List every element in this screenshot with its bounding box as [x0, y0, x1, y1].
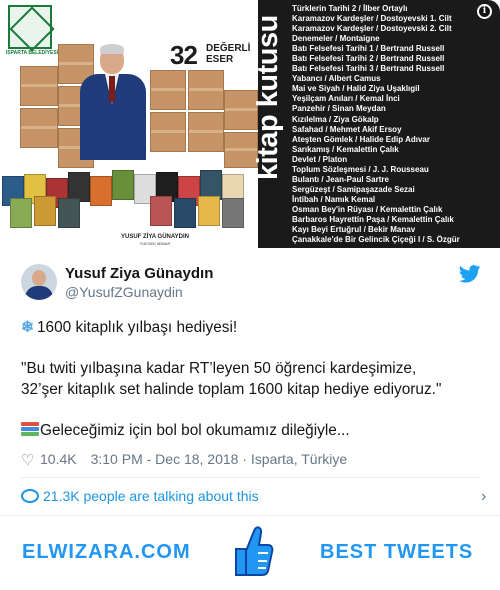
book-list-item: Batı Felsefesi Tarihi 3 / Bertrand Russe… [292, 64, 445, 74]
chevron-right-icon[interactable]: › [481, 488, 486, 506]
tweet-author: Yusuf Ziya Günaydın @YusufZGunaydin [0, 248, 500, 308]
municipality-logo [8, 5, 52, 49]
author-display-name[interactable]: Yusuf Ziya Günaydın [65, 265, 213, 282]
book-list-item: Kızılelma / Ziya Gökalp [292, 114, 379, 124]
book-list-item: Denemeler / Montaigne [292, 34, 380, 44]
tweet-line [21, 339, 481, 360]
book-box [150, 70, 186, 110]
book-list-item: Sarıkamış / Kemalettin Çalık [292, 144, 399, 154]
tweet-line [21, 400, 481, 421]
snowflake-icon: ❄ [21, 319, 34, 336]
book-box [188, 70, 224, 110]
book-list-item: Batı Felsefesi Tarihi 2 / Bertrand Russe… [292, 54, 445, 64]
book-spread [0, 168, 258, 228]
tweet-line: 32’şer kitaplık set halinde toplam 1600 … [21, 380, 442, 398]
badge-number: 32 [170, 40, 198, 70]
book-list-item: Devlet / Platon [292, 154, 348, 164]
person-title-caption: YÜKSEK MİMAR [139, 241, 171, 246]
author-handle[interactable]: @YusufZGunaydin [65, 284, 183, 300]
brand-site-name[interactable]: ELWIZARA.COM [22, 541, 191, 564]
book-box [20, 66, 58, 106]
book-list-item: Osman Bey'in Rüyası / Kemalettin Çalık [292, 204, 443, 214]
book-box [150, 112, 186, 152]
heart-icon[interactable]: ♡ [21, 451, 37, 469]
promo-vertical-title: kitap kutusu [252, 15, 284, 180]
talking-count-label[interactable]: 21.3K people are talking about this [43, 488, 259, 504]
logo-caption: ISPARTA BELEDİYESİ [5, 50, 59, 56]
meta-separator: · [242, 451, 248, 467]
promo-photo-panel: ISPARTA BELEDİYESİ 32 DEĞERLİ ESER YUSUF… [0, 0, 258, 248]
person-name-caption: YUSUF ZİYA GÜNAYDIN [120, 234, 189, 240]
book-list-item: Karamazov Kardeşler / Dostoyevski 1. Cil… [292, 14, 452, 24]
twitter-bird-icon[interactable] [459, 265, 481, 283]
book-list-item: Türklerin Tarihi 2 / İlber Ortaylı [292, 4, 408, 13]
tweet-line: ❄ 1600 kitaplık yılbaşı hediyesi! [21, 318, 481, 339]
tweet-line: "Bu twiti yılbaşına kadar RT’leyen 50 öğ… [21, 360, 417, 377]
tweet-location[interactable]: Isparta, Türkiye [251, 451, 347, 467]
books-icon [21, 421, 39, 436]
avatar[interactable] [21, 264, 57, 300]
book-list-item: Bulantı / Jean-Paul Sartre [292, 174, 389, 184]
book-list-item: İntibah / Namık Kemal [292, 194, 376, 204]
tweet-meta: ♡ 10.4K 3:10 PM - Dec 18, 2018 · Isparta, … [21, 451, 481, 469]
tweet-timestamp[interactable]: 3:10 PM - Dec 18, 2018 [91, 451, 239, 467]
book-list-item: Mai ve Siyah / Halid Ziya Uşaklıgil [292, 84, 420, 94]
book-list-item: Kayı Beyi Ertuğrul / Bekir Manav [292, 225, 416, 235]
brand-tagline[interactable]: BEST TWEETS [320, 541, 473, 564]
tweet-line: Geleceğimiz için bol bol okumamız dileği… [21, 421, 481, 442]
tweet-embed-card: ISPARTA BELEDİYESİ 32 DEĞERLİ ESER YUSUF… [0, 0, 500, 590]
book-list-item: Yabancı / Albert Camus [292, 74, 381, 84]
thumbs-up-icon [235, 526, 274, 576]
book-box [188, 112, 224, 152]
book-list-item: Barbaros Hayrettin Paşa / Kemalettin Çal… [292, 214, 454, 224]
like-count[interactable]: 10.4K [40, 451, 77, 467]
divider [21, 477, 481, 478]
badge-word: DEĞERLİ [206, 43, 251, 54]
footer-banner: ELWIZARA.COM BEST TWEETS [0, 515, 500, 590]
tweet-text: ❄ 1600 kitaplık yılbaşı hediyesi! "Bu twi… [21, 318, 481, 441]
book-list: Türklerin Tarihi 2 / İlber Ortaylı Karama… [292, 4, 497, 245]
book-list-item: Çanakkale'de Bir Gelincik Çiçeği I / S. … [292, 235, 460, 245]
tweet-media-image[interactable]: ISPARTA BELEDİYESİ 32 DEĞERLİ ESER YUSUF… [0, 0, 500, 248]
book-list-item: Yeşilçam Anıları / Kemal İnci [292, 94, 400, 104]
conversation-link[interactable]: 21.3K people are talking about this › [21, 488, 486, 508]
book-list-item: Sergüzeşt / Samipaşazade Sezai [292, 184, 415, 194]
info-icon[interactable]: i [477, 4, 492, 19]
book-list-item: Panzehir / Sinan Meydan [292, 104, 386, 114]
book-box [20, 108, 58, 148]
speech-bubble-icon [21, 489, 39, 503]
book-list-item: Karamazov Kardeşler / Dostoyevski 2. Cil… [292, 24, 452, 34]
book-list-item: Batı Felsefesi Tarihi 1 / Bertrand Russe… [292, 44, 445, 54]
person-photo [74, 40, 152, 160]
book-list-item: Ateşten Gömlek / Halide Edip Adıvar [292, 134, 430, 144]
badge-word: ESER [206, 54, 234, 65]
book-list-item: Toplum Sözleşmesi / J. J. Rousseau [292, 164, 429, 174]
book-list-item: Safahad / Mehmet Akif Ersoy [292, 124, 402, 134]
